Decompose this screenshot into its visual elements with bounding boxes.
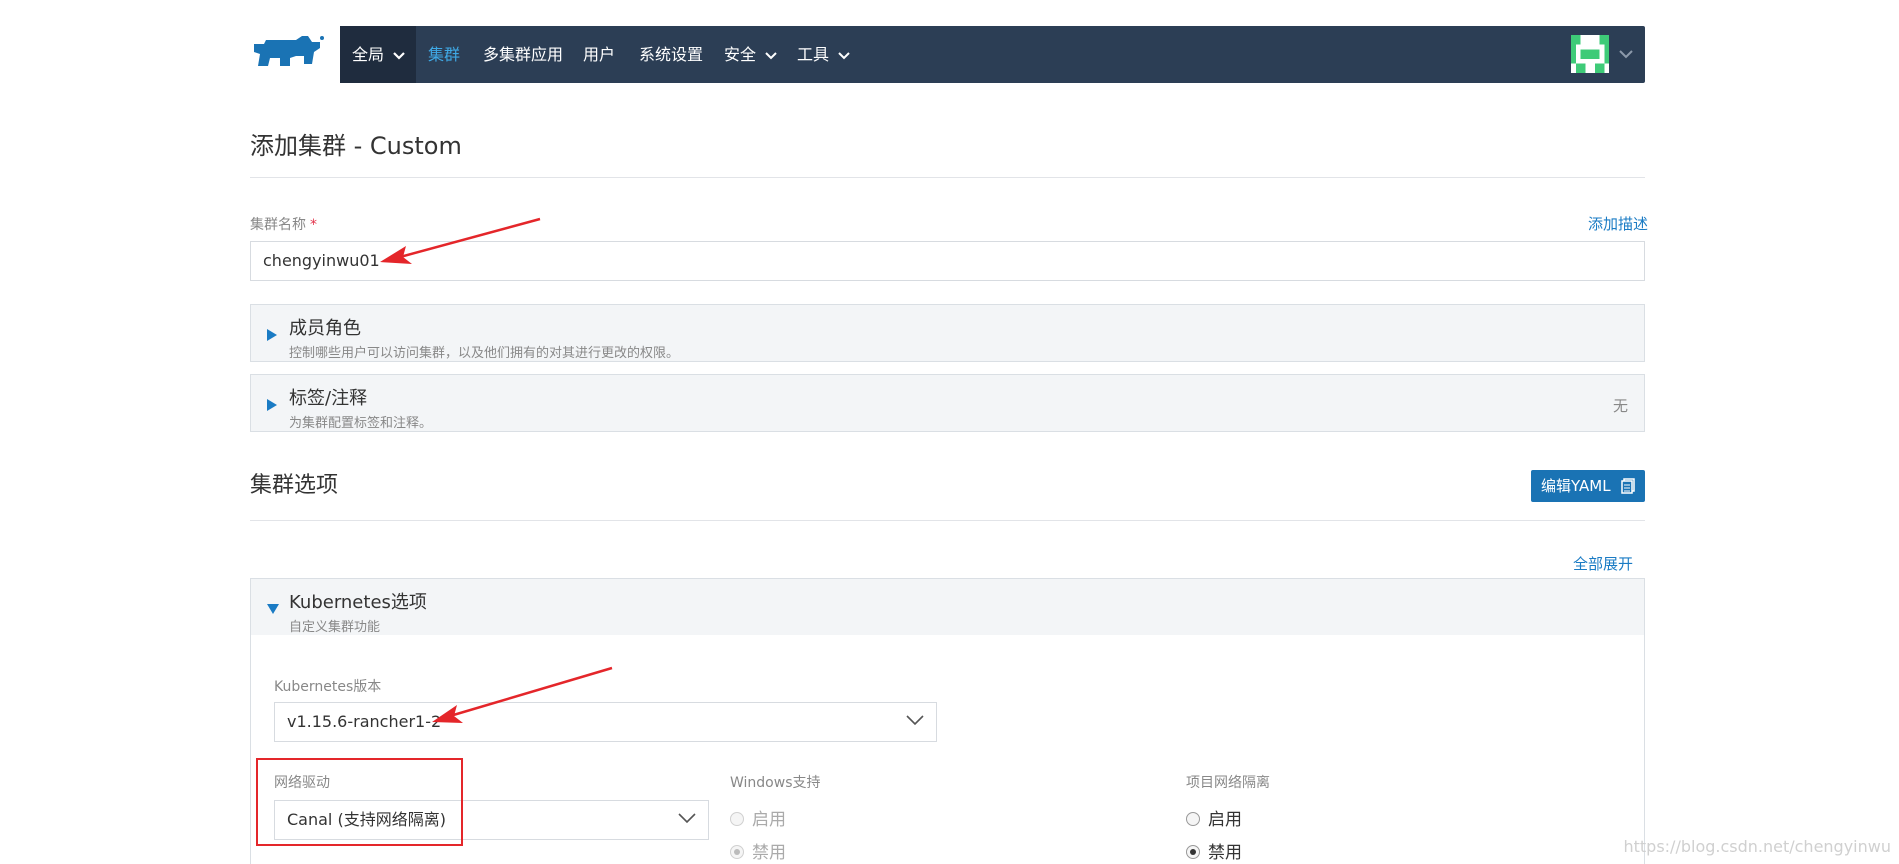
collapse-triangle-icon (267, 604, 279, 614)
radio-circle-checked (1186, 845, 1200, 859)
watermark-text: https://blog.csdn.net/chengyinwu (1623, 837, 1891, 856)
k8s-version-select[interactable]: v1.15.6-rancher1-2 (274, 702, 937, 742)
windows-disable-radio[interactable]: 禁用 (730, 838, 786, 863)
radio-circle (730, 812, 744, 826)
cluster-name-input[interactable]: chengyinwu01 (250, 241, 1645, 281)
nav-global-menu[interactable]: 全局 (340, 26, 416, 83)
annotation-highlight-box (256, 758, 463, 846)
expand-all-link[interactable]: 全部展开 (1573, 553, 1633, 574)
top-navbar: 全局 集群 多集群应用 用户 系统设置 安全 工具 (340, 26, 1645, 83)
member-roles-panel[interactable]: 成员角色 控制哪些用户可以访问集群，以及他们拥有的对其进行更改的权限。 (250, 304, 1645, 362)
add-description-link[interactable]: 添加描述 (1588, 213, 1648, 234)
chevron-down-icon (393, 51, 405, 60)
labels-title: 标签/注释 (289, 388, 368, 409)
nav-users[interactable]: 用户 (583, 26, 615, 83)
k8s-version-label: Kubernetes版本 (274, 679, 382, 695)
radio-circle (1186, 812, 1200, 826)
isolation-disable-label: 禁用 (1208, 843, 1242, 863)
edit-yaml-button[interactable]: 编辑YAML (1531, 470, 1645, 502)
kubernetes-options-subtitle: 自定义集群功能 (289, 620, 381, 635)
rancher-logo[interactable] (250, 34, 326, 74)
required-mark: * (310, 217, 317, 233)
expand-triangle-icon (267, 329, 277, 341)
kubernetes-options-title: Kubernetes选项 (289, 592, 427, 613)
labels-count: 无 (1612, 397, 1628, 415)
edit-yaml-label: 编辑YAML (1541, 477, 1611, 495)
copy-icon (1621, 478, 1635, 494)
windows-enable-radio[interactable]: 启用 (730, 805, 786, 830)
cluster-name-label-text: 集群名称 (250, 217, 306, 233)
nav-global-label: 全局 (352, 45, 385, 64)
windows-disable-label: 禁用 (752, 843, 786, 863)
nav-security[interactable]: 安全 (724, 26, 777, 83)
nav-tools[interactable]: 工具 (797, 26, 850, 83)
labels-annotations-panel[interactable]: 标签/注释 为集群配置标签和注释。 无 (250, 374, 1645, 432)
windows-enable-label: 启用 (752, 810, 786, 830)
cluster-name-label: 集群名称 * (250, 214, 317, 234)
divider (250, 177, 1645, 178)
chevron-down-icon (906, 715, 924, 726)
k8s-version-value: v1.15.6-rancher1-2 (287, 712, 442, 731)
windows-support-label: Windows支持 (730, 775, 821, 791)
network-isolation-label: 项目网络隔离 (1186, 775, 1270, 791)
chevron-down-icon (838, 51, 850, 59)
chevron-down-icon[interactable] (1619, 50, 1633, 59)
kubernetes-options-panel[interactable]: Kubernetes选项 自定义集群功能 (250, 578, 1645, 636)
nav-tools-label: 工具 (797, 45, 830, 64)
user-avatar[interactable] (1571, 34, 1609, 74)
member-roles-subtitle: 控制哪些用户可以访问集群，以及他们拥有的对其进行更改的权限。 (289, 346, 680, 361)
nav-multi-cluster-apps[interactable]: 多集群应用 (483, 26, 563, 83)
nav-system-settings[interactable]: 系统设置 (639, 26, 703, 83)
nav-security-label: 安全 (724, 45, 757, 64)
isolation-enable-radio[interactable]: 启用 (1186, 805, 1242, 830)
page-title: 添加集群 - Custom (250, 132, 462, 160)
divider (250, 520, 1645, 521)
nav-cluster[interactable]: 集群 (428, 26, 460, 83)
cluster-options-title: 集群选项 (250, 473, 339, 498)
member-roles-title: 成员角色 (289, 318, 361, 339)
isolation-enable-label: 启用 (1208, 810, 1242, 830)
isolation-disable-radio[interactable]: 禁用 (1186, 838, 1242, 863)
labels-subtitle: 为集群配置标签和注释。 (289, 416, 433, 431)
chevron-down-icon (765, 51, 777, 59)
radio-circle-checked (730, 845, 744, 859)
expand-triangle-icon (267, 399, 277, 411)
chevron-down-icon (678, 813, 696, 824)
